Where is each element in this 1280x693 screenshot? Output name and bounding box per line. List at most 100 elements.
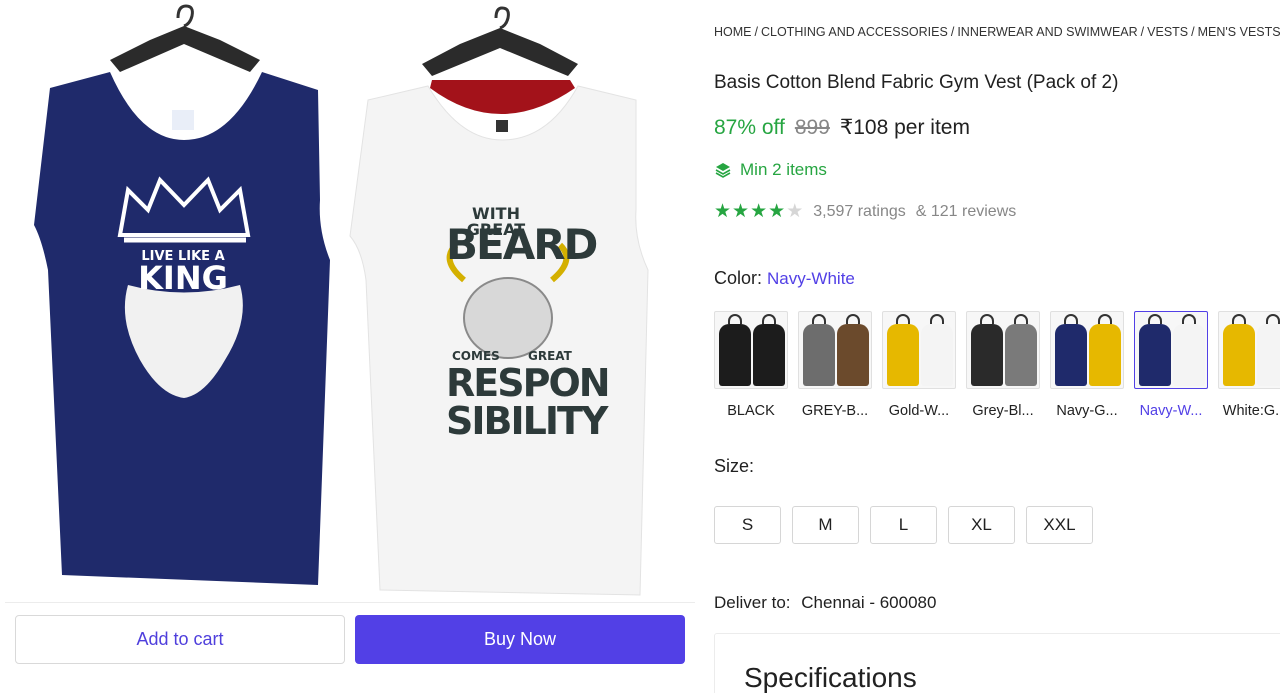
swatch-thumbnail (1050, 311, 1124, 389)
print-line5: SIBILITY (446, 399, 608, 443)
hanger-icon (930, 314, 944, 324)
reviews-count: & 121 reviews (915, 202, 1017, 220)
swatch-thumbnail (882, 311, 956, 389)
hanger-icon (1014, 314, 1028, 324)
selected-color: Navy-White (767, 269, 855, 288)
breadcrumb: HOME / CLOTHING AND ACCESSORIES / INNERWEAR … (714, 25, 1280, 39)
breadcrumb-vests[interactable]: VESTS (1147, 25, 1188, 39)
breadcrumb-mens-vests[interactable]: MEN'S VESTS (1198, 25, 1280, 39)
vest-thumb (887, 324, 919, 386)
rating-row[interactable]: ★ ★ ★ ★ ★ 3,597 ratings & 121 reviews (714, 202, 1016, 221)
hanger-icon (812, 314, 826, 324)
hanger-left (110, 26, 260, 72)
discount-badge: 87% off (714, 116, 785, 139)
star-icon: ★ (768, 201, 786, 222)
swatch-label: Navy-W... (1139, 403, 1203, 419)
hanger-icon (1232, 314, 1246, 324)
product-title: Basis Cotton Blend Fabric Gym Vest (Pack… (714, 72, 1119, 93)
breadcrumb-home[interactable]: HOME (714, 25, 752, 39)
specifications-section: Specifications (714, 633, 1280, 693)
hanger-icon (896, 314, 910, 324)
color-label-text: Color: (714, 268, 763, 288)
vest-thumb (1139, 324, 1171, 386)
size-option-xxl[interactable]: XXL (1026, 506, 1093, 544)
swatch-label: Grey-Bl... (972, 403, 1034, 419)
delivery-location[interactable]: Chennai - 600080 (801, 593, 936, 612)
price-row: 87% off 899 ₹108 per item (714, 115, 970, 140)
product-details: HOME / CLOTHING AND ACCESSORIES / INNERWEAR … (714, 0, 1280, 693)
product-page: LIVE LIKE A KING WITH GREAT BEARD COMES … (0, 0, 1280, 693)
swatch-label: Navy-G... (1056, 403, 1118, 419)
size-options: S M L XL XXL (714, 506, 1093, 544)
product-image[interactable]: LIVE LIKE A KING WITH GREAT BEARD COMES … (0, 0, 696, 600)
color-swatches: BLACK GREY-B... Gold-W... Grey-Bl... Navy-G.… (714, 311, 1280, 419)
vest-tag (172, 110, 194, 130)
size-label: Size: (714, 456, 755, 476)
color-swatch[interactable]: White:G... (1218, 311, 1280, 419)
star-icon: ★ (750, 201, 768, 222)
min-items: Min 2 items (714, 160, 827, 180)
size-option-l[interactable]: L (870, 506, 937, 544)
vest-thumb (971, 324, 1003, 386)
star-icon: ★ (732, 201, 750, 222)
print-line4: RESPON (446, 361, 611, 405)
hanger-icon (846, 314, 860, 324)
hanger-icon (1064, 314, 1078, 324)
swatch-label: White:G... (1222, 403, 1280, 419)
vest-thumb (1257, 324, 1280, 386)
vest-thumb (803, 324, 835, 386)
hanger-icon (980, 314, 994, 324)
buy-now-button[interactable]: Buy Now (355, 615, 685, 664)
vest-thumb (1173, 324, 1205, 386)
product-photo (34, 4, 649, 596)
color-swatch[interactable]: GREY-B... (798, 311, 872, 419)
color-swatch[interactable]: Gold-W... (882, 311, 956, 419)
color-label: Color: Navy-White (714, 268, 855, 289)
swatch-thumbnail (798, 311, 872, 389)
swatch-label: BLACK (727, 403, 775, 419)
size-option-xl[interactable]: XL (948, 506, 1015, 544)
viking-icon (463, 277, 553, 359)
vest-thumb (1089, 324, 1121, 386)
swatch-thumbnail (1218, 311, 1280, 389)
deliver-label: Deliver to: (714, 593, 791, 612)
hanger-icon (1182, 314, 1196, 324)
hanger-icon (728, 314, 742, 324)
color-swatch[interactable]: Navy-W... (1134, 311, 1208, 419)
ratings-count: 3,597 ratings (813, 202, 906, 220)
selling-price: ₹108 per item (839, 116, 970, 139)
specifications-title: Specifications (744, 662, 917, 693)
color-swatch[interactable]: Grey-Bl... (966, 311, 1040, 419)
hanger-icon (176, 4, 194, 28)
mrp-price: 899 (794, 116, 830, 139)
delivery-info: Deliver to: Chennai - 600080 (714, 593, 936, 613)
vest-thumb (1005, 324, 1037, 386)
hanger-icon (1266, 314, 1280, 324)
print-line2: BEARD (446, 220, 598, 269)
vest-thumb (837, 324, 869, 386)
layers-icon (715, 163, 731, 178)
hanger-icon (762, 314, 776, 324)
add-to-cart-button[interactable]: Add to cart (15, 615, 345, 664)
vest-thumb (1055, 324, 1087, 386)
rating-stars: ★ ★ ★ ★ ★ (714, 202, 803, 221)
action-bar: Add to cart Buy Now (5, 602, 695, 693)
swatch-label: GREY-B... (801, 403, 869, 419)
swatch-thumbnail (714, 311, 788, 389)
breadcrumb-innerwear[interactable]: INNERWEAR AND SWIMWEAR (957, 25, 1137, 39)
swatch-thumbnail (1134, 311, 1208, 389)
color-swatch[interactable]: Navy-G... (1050, 311, 1124, 419)
color-swatch[interactable]: BLACK (714, 311, 788, 419)
vest-thumb (1223, 324, 1255, 386)
swatch-thumbnail (966, 311, 1040, 389)
vest-thumb (921, 324, 953, 386)
hanger-icon (1148, 314, 1162, 324)
breadcrumb-clothing[interactable]: CLOTHING AND ACCESSORIES (761, 25, 948, 39)
swatch-label: Gold-W... (888, 403, 950, 419)
print-line2: KING (138, 259, 228, 297)
star-icon: ★ (786, 201, 804, 222)
size-option-m[interactable]: M (792, 506, 859, 544)
hanger-icon (1098, 314, 1112, 324)
min-items-label: Min 2 items (740, 160, 827, 179)
size-option-s[interactable]: S (714, 506, 781, 544)
